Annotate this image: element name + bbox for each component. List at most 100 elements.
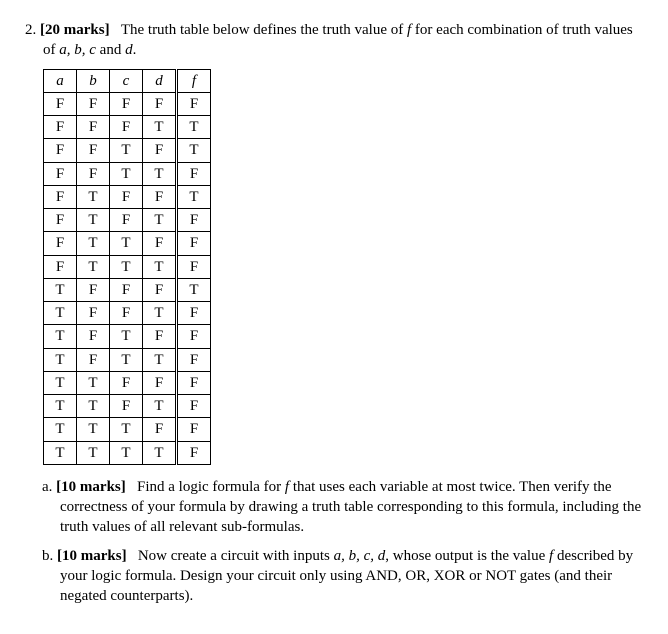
table-cell: T [44,418,77,441]
table-cell: F [110,92,143,115]
table-cell: T [77,418,110,441]
part-a: a. [10 marks] Find a logic formula for f… [60,477,643,538]
question-header: 2. [20 marks] The truth table below defi… [43,20,643,61]
table-cell: T [110,255,143,278]
table-cell: T [110,325,143,348]
table-cell: F [143,371,177,394]
intro-text-4: . [133,42,137,58]
table-cell: T [110,441,143,464]
table-cell: F [177,162,211,185]
question-marks: [20 marks] [40,22,110,38]
col-d: d [143,69,177,92]
table-cell: F [177,209,211,232]
table-cell: T [44,278,77,301]
table-row: TFFTF [44,302,211,325]
intro-text-1: The truth table below defines the truth … [121,22,407,38]
table-cell: F [110,209,143,232]
table-row: FTTTF [44,255,211,278]
table-cell: F [44,92,77,115]
table-row: FFTTF [44,162,211,185]
table-cell: T [77,232,110,255]
table-cell: T [143,255,177,278]
table-cell: F [77,325,110,348]
table-cell: T [44,395,77,418]
table-cell: F [177,418,211,441]
question-number: 2. [25,22,36,38]
table-row: TTFTF [44,395,211,418]
table-cell: F [44,116,77,139]
table-row: FTTFF [44,232,211,255]
table-cell: T [77,255,110,278]
part-b: b. [10 marks] Now create a circuit with … [60,546,643,607]
table-cell: F [143,92,177,115]
table-cell: T [177,139,211,162]
table-row: TFFFT [44,278,211,301]
table-cell: F [44,139,77,162]
table-cell: F [44,232,77,255]
table-cell: F [177,325,211,348]
table-cell: F [77,162,110,185]
table-cell: F [77,302,110,325]
part-b-vars: a, b, c, d [334,548,386,564]
table-cell: F [77,92,110,115]
table-cell: F [110,371,143,394]
part-b-label: b. [42,548,53,564]
part-a-marks: [10 marks] [56,479,126,495]
table-cell: F [143,418,177,441]
table-row: FTFFT [44,185,211,208]
table-cell: T [44,302,77,325]
col-a: a [44,69,77,92]
table-cell: F [110,395,143,418]
table-cell: F [77,116,110,139]
table-cell: T [44,325,77,348]
table-cell: F [143,139,177,162]
table-cell: F [77,139,110,162]
table-cell: T [44,441,77,464]
table-cell: F [143,232,177,255]
table-cell: T [143,441,177,464]
col-b: b [77,69,110,92]
table-header-row: a b c d f [44,69,211,92]
table-cell: F [177,371,211,394]
table-cell: F [143,278,177,301]
table-cell: F [177,348,211,371]
table-cell: T [110,139,143,162]
table-cell: F [44,162,77,185]
table-row: FFTFT [44,139,211,162]
table-cell: T [143,116,177,139]
table-cell: T [110,162,143,185]
table-row: TTFFF [44,371,211,394]
table-cell: T [177,185,211,208]
table-cell: F [110,185,143,208]
table-row: TFTFF [44,325,211,348]
table-cell: F [110,278,143,301]
table-cell: T [110,232,143,255]
table-cell: T [110,348,143,371]
table-cell: F [177,232,211,255]
table-cell: F [110,302,143,325]
table-cell: F [177,92,211,115]
intro-vars: a, b, c [59,42,96,58]
table-cell: T [77,395,110,418]
table-cell: T [143,395,177,418]
table-cell: F [44,255,77,278]
table-row: FFFTT [44,116,211,139]
table-cell: F [110,116,143,139]
col-c: c [110,69,143,92]
table-row: TTTFF [44,418,211,441]
part-b-text-1: Now create a circuit with inputs [138,548,334,564]
table-cell: T [143,162,177,185]
part-b-text-2: , whose output is the value [385,548,549,564]
table-cell: F [143,325,177,348]
table-cell: F [143,185,177,208]
part-a-text-1: Find a logic formula for [137,479,285,495]
table-cell: F [44,185,77,208]
table-row: TTTTF [44,441,211,464]
table-cell: F [77,278,110,301]
table-cell: T [77,371,110,394]
truth-table: a b c d f FFFFFFFFTTFFTFTFFTTFFTFFTFTFTF… [43,69,211,465]
table-cell: F [77,348,110,371]
table-cell: T [77,185,110,208]
table-cell: T [77,441,110,464]
part-a-label: a. [42,479,52,495]
